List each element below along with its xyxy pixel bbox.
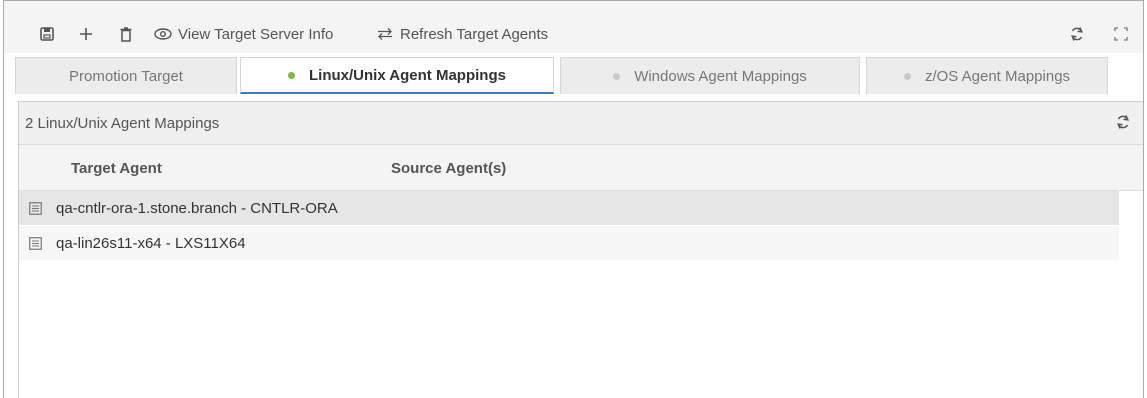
plus-icon [80,28,92,40]
tab-linux-unix-agent-mappings[interactable]: Linux/Unix Agent Mappings [240,57,554,94]
refresh-icon [1116,115,1130,129]
trash-icon [120,26,132,42]
grid-header: Target Agent Source Agent(s) [19,145,1143,191]
column-header-source-agents[interactable]: Source Agent(s) [391,160,506,177]
delete-button[interactable] [119,23,133,45]
mappings-panel: 2 Linux/Unix Agent Mappings Target Agent… [18,101,1143,398]
refresh-icon [1070,27,1084,41]
swap-arrows-icon [378,28,392,40]
save-button[interactable] [40,23,54,45]
eye-icon [154,28,172,40]
column-header-target-agent[interactable]: Target Agent [71,160,162,177]
tab-label: Linux/Unix Agent Mappings [309,66,506,84]
panel-title: 2 Linux/Unix Agent Mappings [25,114,220,132]
tab-label: z/OS Agent Mappings [924,67,1071,85]
tab-bar: Promotion Target Linux/Unix Agent Mappin… [4,57,1143,95]
table-row[interactable]: qa-cntlr-ora-1.stone.branch - CNTLR-ORA [19,191,1119,225]
maximize-button[interactable] [1114,23,1128,45]
window-frame: View Target Server Info Refresh Target A… [3,0,1144,398]
status-dot [288,71,296,79]
add-button[interactable] [79,23,93,45]
tab-zos-agent-mappings[interactable]: z/OS Agent Mappings [866,57,1108,94]
target-agent-cell: qa-lin26s11-x64 - LXS11X64 [56,234,246,252]
target-agent-cell: qa-cntlr-ora-1.stone.branch - CNTLR-ORA [56,199,338,217]
view-target-server-info-button[interactable]: View Target Server Info [154,23,333,45]
status-dot [613,72,621,80]
refresh-target-agents-button[interactable]: Refresh Target Agents [376,23,548,45]
tab-promotion-target[interactable]: Promotion Target [15,57,237,94]
table-row[interactable]: qa-lin26s11-x64 - LXS11X64 [19,226,1119,260]
tab-windows-agent-mappings[interactable]: Windows Agent Mappings [560,57,860,94]
tab-label: Windows Agent Mappings [634,67,807,85]
refresh-button[interactable] [1069,23,1085,45]
panel-refresh-button[interactable] [1115,114,1131,135]
save-icon [40,27,54,41]
list-details-icon [29,236,42,250]
expand-icon [1114,27,1128,41]
toolbar: View Target Server Info Refresh Target A… [4,1,1143,53]
tab-label: Promotion Target [69,67,183,85]
status-dot [903,72,911,80]
list-details-icon [29,201,42,215]
refresh-target-agents-label: Refresh Target Agents [400,25,549,43]
panel-header: 2 Linux/Unix Agent Mappings [19,102,1143,145]
view-target-server-info-label: View Target Server Info [178,25,334,43]
